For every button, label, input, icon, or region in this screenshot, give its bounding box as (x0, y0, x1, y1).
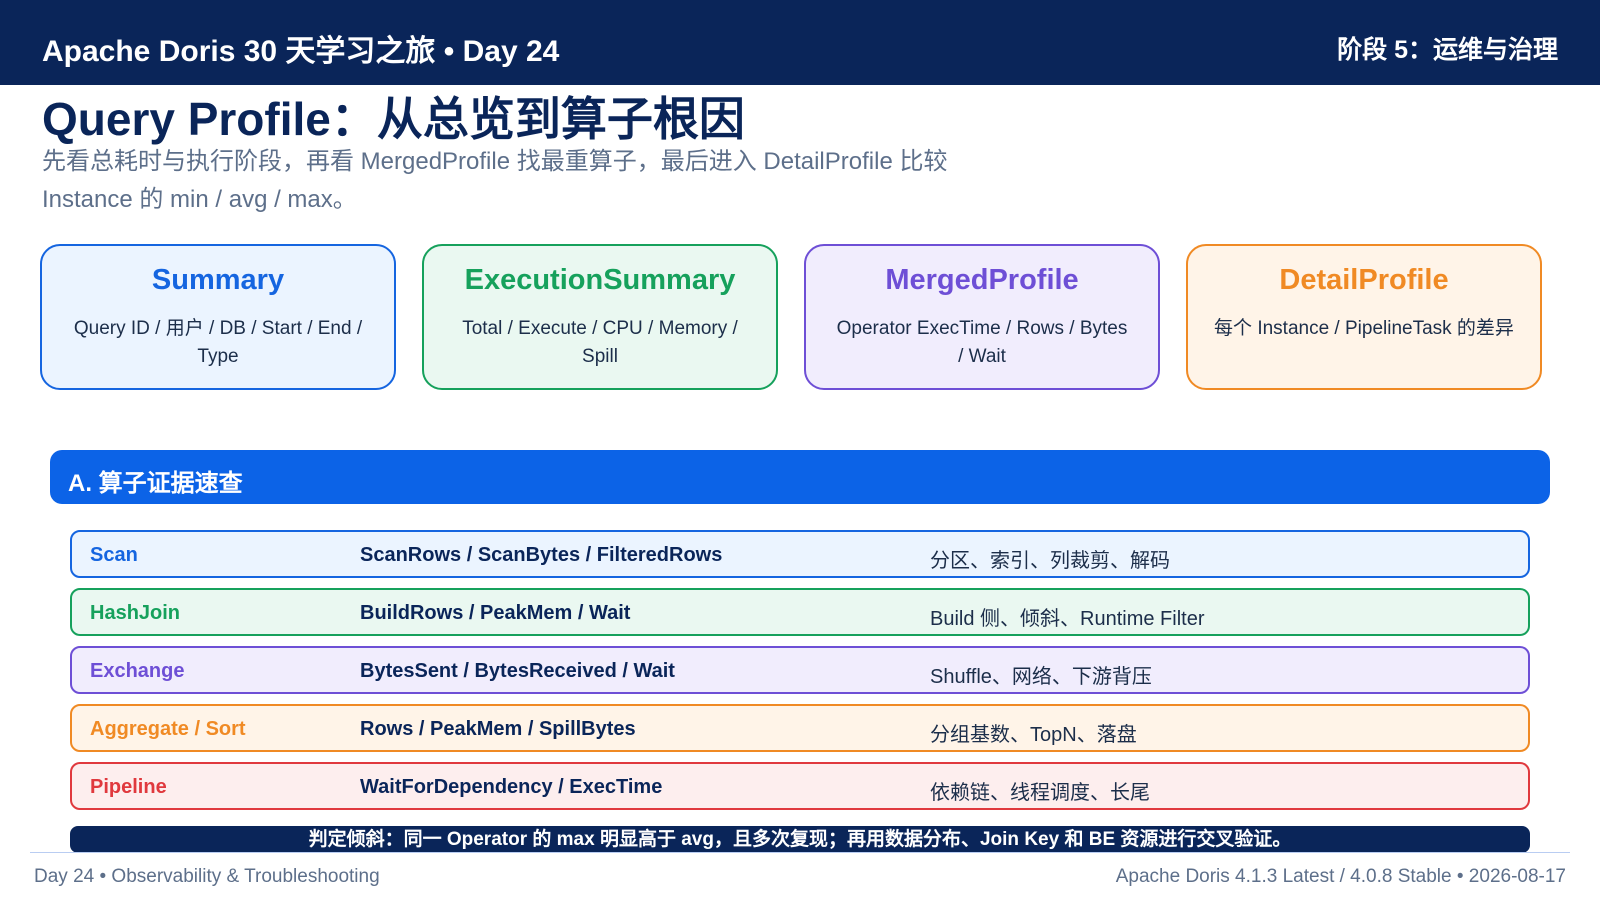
footer-left-text: Day 24 • Observability & Troubleshooting (34, 866, 380, 887)
operator-causes: 分组基数、TopN、落盘 (930, 724, 1137, 746)
operator-name: Pipeline (90, 776, 167, 798)
operator-name: HashJoin (90, 602, 181, 624)
card-title: ExecutionSummary (464, 264, 736, 296)
footer-right-text: Apache Doris 4.1.3 Latest / 4.0.8 Stable… (1115, 866, 1566, 887)
section-header: A. 算子证据速查 (50, 450, 1550, 504)
card-description: Query ID / 用户 / DB / Start / End / Type (73, 318, 363, 367)
card-summary: Summary Query ID / 用户 / DB / Start / End… (40, 244, 396, 390)
operator-causes: 分区、索引、列裁剪、解码 (930, 550, 1170, 572)
skew-note-text: 判定倾斜：同一 Operator 的 max 明显高于 avg，且多次复现；再用… (308, 829, 1292, 850)
card-merged-profile: MergedProfile Operator ExecTime / Rows /… (804, 244, 1160, 390)
operator-metrics: WaitForDependency / ExecTime (360, 776, 663, 798)
card-title: Summary (151, 264, 285, 296)
card-execution-summary: ExecutionSummary Total / Execute / CPU /… (422, 244, 778, 390)
operator-name: Scan (90, 544, 138, 566)
card-title: DetailProfile (1279, 264, 1449, 296)
operator-name: Aggregate / Sort (90, 718, 246, 740)
operator-causes: Shuffle、网络、下游背压 (930, 666, 1152, 688)
operator-row-pipeline: Pipeline WaitForDependency / ExecTime 依赖… (70, 762, 1530, 810)
card-description: 每个 Instance / PipelineTask 的差异 (1214, 318, 1514, 339)
operator-causes: Build 侧、倾斜、Runtime Filter (930, 608, 1205, 630)
operator-row-hashjoin: HashJoin BuildRows / PeakMem / Wait Buil… (70, 588, 1530, 636)
operator-name: Exchange (90, 660, 185, 682)
card-description: Operator ExecTime / Rows / Bytes / Wait (836, 318, 1128, 367)
course-title: Apache Doris 30 天学习之旅 • Day 24 (42, 35, 560, 68)
header-bar: Apache Doris 30 天学习之旅 • Day 24 阶段 5：运维与治… (0, 0, 1600, 85)
operator-table: Scan ScanRows / ScanBytes / FilteredRows… (70, 530, 1530, 820)
stage-label: 阶段 5：运维与治理 (1337, 36, 1558, 64)
operator-metrics: BuildRows / PeakMem / Wait (360, 602, 631, 624)
skew-note-bar: 判定倾斜：同一 Operator 的 max 明显高于 avg，且多次复现；再用… (70, 826, 1530, 853)
card-description: Total / Execute / CPU / Memory / Spill (462, 318, 738, 367)
operator-row-scan: Scan ScanRows / ScanBytes / FilteredRows… (70, 530, 1530, 578)
operator-causes: 依赖链、线程调度、长尾 (930, 782, 1150, 804)
operator-metrics: ScanRows / ScanBytes / FilteredRows (360, 544, 723, 566)
operator-row-exchange: Exchange BytesSent / BytesReceived / Wai… (70, 646, 1530, 694)
operator-metrics: BytesSent / BytesReceived / Wait (360, 660, 675, 682)
footer-divider (30, 852, 1570, 853)
operator-row-aggregate-sort: Aggregate / Sort Rows / PeakMem / SpillB… (70, 704, 1530, 752)
section-title: A. 算子证据速查 (68, 470, 243, 497)
page-subtitle: 先看总耗时与执行阶段，再看 MergedProfile 找最重算子，最后进入 D… (42, 148, 948, 213)
card-title: MergedProfile (885, 264, 1079, 296)
page-title: Query Profile：从总览到算子根因 (42, 93, 745, 145)
card-detail-profile: DetailProfile 每个 Instance / PipelineTask… (1186, 244, 1542, 390)
operator-metrics: Rows / PeakMem / SpillBytes (360, 718, 636, 740)
